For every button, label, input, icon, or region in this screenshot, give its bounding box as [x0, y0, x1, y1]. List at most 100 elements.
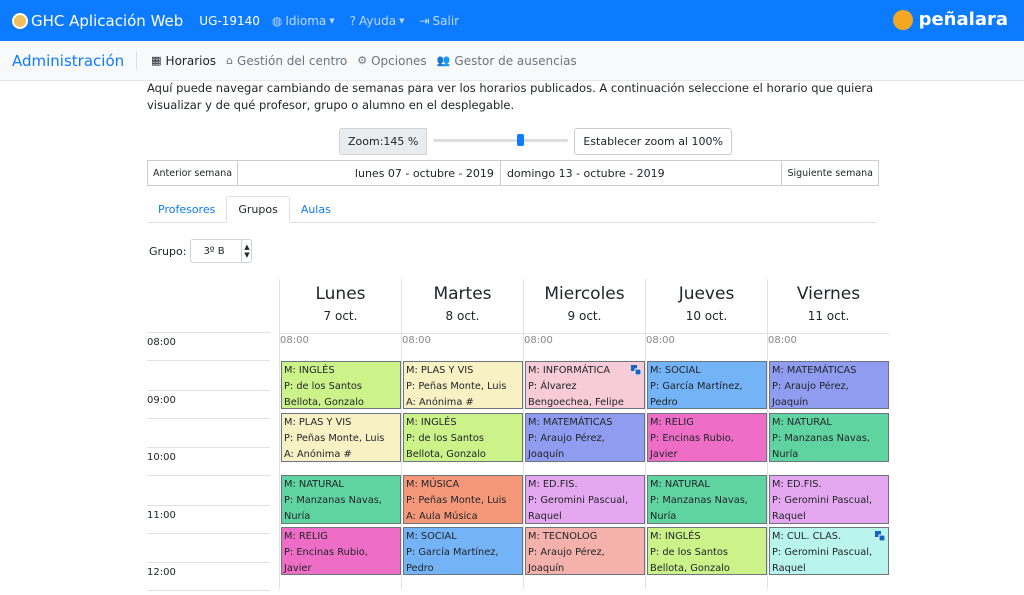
week-range: lunes 07 - octubre - 2019 domingo 13 - o…	[238, 160, 781, 186]
event-subject: M: INFORMÁTICA	[528, 365, 611, 376]
day-date: 8 oct.	[445, 309, 480, 323]
day-start-time: 08:00	[402, 333, 523, 346]
group-filter: Grupo: 3º B ▲ ▼	[149, 239, 253, 263]
event-room: A: Aula Música	[406, 511, 478, 522]
time-slot-label: 09:00	[147, 390, 270, 406]
group-label: Grupo:	[149, 244, 187, 258]
next-week-button[interactable]: Siguiente semana	[781, 161, 878, 185]
schedule-event[interactable]: M: ED.FIS. P: Geromini Pascual, Raquel	[769, 475, 889, 524]
week-start: lunes 07 - octubre - 2019	[354, 166, 494, 180]
app-brand[interactable]: GHC Aplicación Web	[12, 12, 183, 30]
tab-grupos[interactable]: Grupos	[226, 196, 290, 223]
event-teacher: P: Geromini Pascual, Raquel	[528, 495, 629, 522]
schedule-event[interactable]: M: TECNOLOGP: Araujo Pérez, JoaquínA: An…	[525, 527, 645, 575]
table-icon: ▦	[151, 54, 162, 67]
sub-navbar: Administración ▦ Horarios ⌂ Gestión del …	[0, 41, 1024, 81]
day-column-miercoles: Miercoles 9 oct. 08:00 M: INFORMÁTICA P: Álv…	[523, 279, 645, 589]
building-icon: ⌂	[226, 54, 234, 67]
day-column-martes: Martes 8 oct. 08:00 M: PLAS Y VIS P: Peñas M…	[401, 279, 523, 589]
event-subject: M: RELIG	[284, 531, 328, 542]
idioma-menu[interactable]: ◍ Idioma ▼	[272, 14, 338, 28]
event-room: A: Anónima #	[284, 449, 352, 460]
event-subject: M: NATURAL	[284, 479, 344, 490]
day-column-lunes: Lunes 7 oct. 08:00 M: INGLÉS P: de los Santo…	[279, 279, 401, 589]
schedule-event[interactable]: M: SOCIALP: García Martínez, PedroA: Anó…	[403, 527, 523, 575]
event-subject: M: RELIG	[650, 417, 694, 428]
day-column-jueves: Jueves 10 oct. 08:00 M: SOCIAL P: García Mar…	[645, 279, 767, 589]
event-teacher: P: Encinas Rubio, Javier	[650, 433, 734, 460]
schedule-event[interactable]: M: ED.FIS. P: Geromini Pascual, Raquel	[525, 475, 645, 524]
schedule-event[interactable]: M: RELIGP: Encinas Rubio, JavierA: Anóni…	[281, 527, 401, 575]
half-hour-line	[147, 360, 270, 365]
admin-title[interactable]: Administración	[12, 51, 138, 70]
event-subject: M: SOCIAL	[650, 365, 701, 376]
group-select[interactable]: 3º B ▲ ▼	[190, 239, 253, 263]
nav-gestor-ausencias[interactable]: 👥 Gestor de ausencias	[437, 54, 577, 68]
event-subject: M: NATURAL	[772, 417, 832, 428]
schedule-event[interactable]: M: INFORMÁTICA P: Álvarez Bengoechea, Fel…	[525, 361, 645, 409]
zoom-slider-thumb[interactable]	[516, 134, 524, 146]
nav-opciones[interactable]: ⚙ Opciones	[357, 54, 426, 68]
schedule-event[interactable]: M: CUL. CLAS. P: Geromini Pascual, Raquel	[769, 527, 889, 575]
event-subject: M: INGLÉS	[284, 365, 335, 376]
week-navigation: Anterior semana lunes 07 - octubre - 201…	[147, 160, 879, 186]
zoom-slider-track	[433, 139, 569, 142]
tab-profesores[interactable]: Profesores	[147, 196, 226, 223]
event-teacher: P: de los Santos Bellota, Gonzalo	[406, 433, 486, 460]
logout-icon: ⇥	[419, 13, 430, 28]
event-subject: M: TECNOLOG	[528, 531, 598, 542]
event-subject: M: ED.FIS.	[528, 479, 578, 490]
prev-week-button[interactable]: Anterior semana	[148, 161, 239, 185]
schedule-event[interactable]: M: MATEMÁTICASP: Araujo Pérez, JoaquínA:…	[525, 413, 645, 462]
event-teacher: P: Manzanas Navas, Nuría	[772, 433, 870, 460]
event-room: A: Anónima #	[406, 397, 474, 408]
event-teacher: P: García Martínez, Pedro	[406, 547, 499, 574]
tab-aulas[interactable]: Aulas	[290, 196, 342, 223]
event-subject: M: MATEMÁTICAS	[772, 365, 857, 376]
ayuda-menu[interactable]: ? Ayuda ▼	[350, 14, 408, 28]
caret-down-icon: ▼	[399, 16, 405, 25]
day-date: 7 oct.	[323, 309, 358, 323]
day-start-time: 08:00	[280, 333, 401, 346]
schedule-event[interactable]: M: INGLÉS P: de los Santos Bellota, Gonza…	[281, 361, 401, 409]
reset-zoom-button[interactable]: Establecer zoom al 100%	[574, 128, 732, 155]
schedule-event[interactable]: M: NATURAL P: Manzanas Navas, Nuría	[281, 475, 401, 524]
day-date: 11 oct.	[807, 309, 850, 323]
event-subject: M: NATURAL	[650, 479, 710, 490]
event-subject: M: MÚSICA	[406, 479, 460, 490]
nav-gestion-centro[interactable]: ⌂ Gestión del centro	[226, 54, 347, 68]
time-slot-label: 12:00	[147, 562, 270, 578]
day-start-time: 08:00	[768, 333, 889, 346]
event-teacher: P: Álvarez Bengoechea, Felipe	[528, 381, 624, 408]
event-subject: M: INGLÉS	[650, 531, 701, 542]
caret-down-icon: ▼	[329, 16, 335, 25]
day-name: Lunes	[315, 284, 366, 304]
schedule-event[interactable]: M: INGLÉS P: de los Santos Bellota, Gonza…	[647, 527, 767, 575]
event-teacher: P: Geromini Pascual, Raquel	[772, 495, 873, 522]
schedule-event[interactable]: M: NATURAL P: Manzanas Navas, Nuría	[647, 475, 767, 524]
week-end: domingo 13 - octubre - 2019	[506, 166, 665, 180]
schedule-event[interactable]: M: RELIGP: Encinas Rubio, JavierA: Anóni…	[647, 413, 767, 462]
event-subject: M: ED.FIS.	[772, 479, 822, 490]
day-column-viernes: Viernes 11 oct. 08:00 M: MATEMÁTICAS P: Arau…	[767, 279, 889, 589]
event-subject: M: PLAS Y VIS	[284, 417, 352, 428]
schedule-event[interactable]: M: MATEMÁTICASP: Araujo Pérez, JoaquínA:…	[769, 361, 889, 409]
day-name: Jueves	[678, 284, 735, 304]
salir-link[interactable]: ⇥ Salir	[419, 14, 462, 28]
day-date: 10 oct.	[685, 309, 728, 323]
schedule-event[interactable]: M: MÚSICA P: Peñas Monte, Luis A: Aula Mús…	[403, 475, 523, 524]
day-start-time: 08:00	[524, 333, 645, 346]
nav-horarios[interactable]: ▦ Horarios	[151, 54, 216, 68]
schedule-event[interactable]: M: SOCIALP: García Martínez, PedroA: Anó…	[647, 361, 767, 409]
half-hour-line	[147, 590, 270, 595]
event-teacher: P: García Martínez, Pedro	[650, 381, 743, 408]
schedule-event[interactable]: M: INGLÉS P: de los Santos Bellota, Gonza…	[403, 413, 523, 462]
half-hour-line	[147, 475, 270, 480]
zoom-slider[interactable]	[433, 128, 569, 155]
schedule-event[interactable]: M: PLAS Y VIS P: Peñas Monte, Luis A: Anón…	[403, 361, 523, 409]
time-slot-label: 10:00	[147, 447, 270, 463]
select-arrows-icon: ▲ ▼	[241, 240, 251, 262]
schedule-event[interactable]: M: NATURAL P: Manzanas Navas, Nuría	[769, 413, 889, 462]
schedule-event[interactable]: M: PLAS Y VIS P: Peñas Monte, Luis A: Anón…	[281, 413, 401, 462]
event-teacher: P: Encinas Rubio, Javier	[284, 547, 368, 574]
